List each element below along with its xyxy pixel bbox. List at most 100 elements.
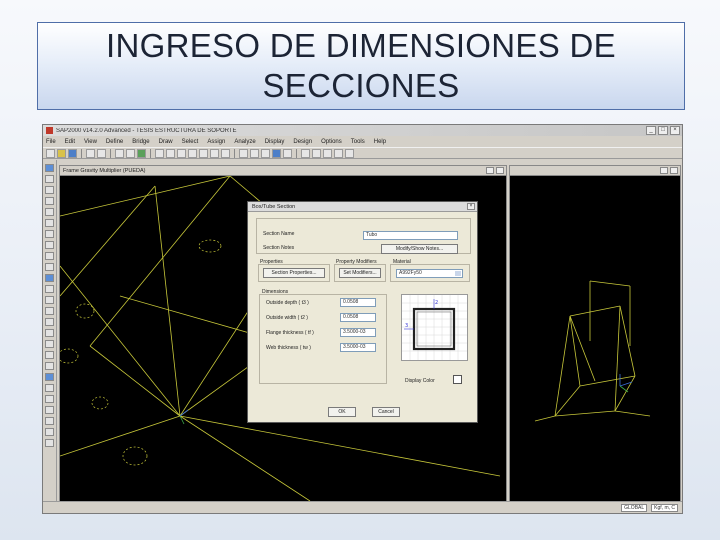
web-thickness-label: Web thickness ( tw ): [266, 345, 311, 351]
snap-perpendicular-icon[interactable]: [45, 351, 54, 359]
set-modifiers-button[interactable]: Set Modifiers...: [339, 268, 381, 278]
model-frame-lines: [534, 280, 651, 422]
select-all-icon[interactable]: [45, 274, 54, 282]
display-options-icon[interactable]: [239, 148, 248, 158]
right-model-view[interactable]: [509, 165, 681, 502]
reshape-icon[interactable]: [45, 175, 54, 183]
snap-icon[interactable]: [312, 148, 321, 158]
outside-depth-input[interactable]: 0.0508: [340, 298, 376, 307]
yz-plane-icon[interactable]: [45, 406, 54, 414]
show-forces-icon[interactable]: [261, 148, 270, 158]
draw-frame-icon[interactable]: [45, 197, 54, 205]
view-xz-icon[interactable]: [210, 148, 219, 158]
lock-icon[interactable]: [126, 148, 135, 158]
zoom-out-icon[interactable]: [166, 148, 175, 158]
material-value: A992Fy50: [399, 270, 422, 276]
flange-thickness-label: Flange thickness ( tf ): [266, 330, 314, 336]
menu-draw[interactable]: Draw: [159, 139, 173, 145]
outside-width-label: Outside width ( t2 ): [266, 315, 308, 321]
section-name-input[interactable]: Tubo: [363, 231, 458, 240]
menu-help[interactable]: Help: [374, 139, 386, 145]
flange-thickness-input[interactable]: 3.5000-03: [340, 328, 376, 337]
design-icon[interactable]: [272, 148, 281, 158]
coordinate-system-select[interactable]: GLOBAL: [621, 503, 648, 512]
new-model-icon[interactable]: [46, 148, 55, 158]
xz-plane-icon[interactable]: [45, 395, 54, 403]
dialog-close-icon[interactable]: ×: [467, 203, 475, 210]
right-view-header: [510, 166, 680, 176]
up-one-grid-icon[interactable]: [45, 417, 54, 425]
refresh-icon[interactable]: [115, 148, 124, 158]
status-bar: GLOBAL Kgf, m, C: [43, 501, 682, 513]
redo-icon[interactable]: [97, 148, 106, 158]
close-icon[interactable]: ×: [670, 126, 680, 135]
menu-bridge[interactable]: Bridge: [132, 139, 149, 145]
menu-assign[interactable]: Assign: [207, 139, 225, 145]
chevron-down-icon: [455, 271, 461, 276]
snap-ends-icon[interactable]: [45, 329, 54, 337]
section-designer-icon[interactable]: [283, 148, 292, 158]
maximize-icon[interactable]: □: [658, 126, 668, 135]
view-3d-icon[interactable]: [188, 148, 197, 158]
view-minimize-icon[interactable]: [486, 167, 494, 174]
units-select[interactable]: Kgf, m, C: [651, 503, 678, 512]
snap-points-icon[interactable]: [45, 318, 54, 326]
undo-icon[interactable]: [86, 148, 95, 158]
pan-icon[interactable]: [177, 148, 186, 158]
section-preview: 2 3: [401, 294, 468, 361]
clear-selection-icon[interactable]: [45, 296, 54, 304]
down-one-grid-icon[interactable]: [45, 428, 54, 436]
view-close-icon[interactable]: [670, 167, 678, 174]
draw-solid-icon[interactable]: [45, 252, 54, 260]
menu-options[interactable]: Options: [321, 139, 342, 145]
xy-plane-icon[interactable]: [45, 384, 54, 392]
section-properties-button[interactable]: Section Properties...: [263, 268, 325, 278]
snap-intersections-icon[interactable]: [45, 340, 54, 348]
display-color-swatch[interactable]: [453, 375, 462, 384]
snap-lines-icon[interactable]: [45, 362, 54, 370]
menu-define[interactable]: Define: [106, 139, 123, 145]
table-icon[interactable]: [345, 148, 354, 158]
cancel-button[interactable]: Cancel: [372, 407, 400, 417]
zoom-in-icon[interactable]: [155, 148, 164, 158]
menu-display[interactable]: Display: [265, 139, 285, 145]
menu-analyze[interactable]: Analyze: [234, 139, 255, 145]
open-icon[interactable]: [57, 148, 66, 158]
get-previous-icon[interactable]: [45, 285, 54, 293]
sum-icon[interactable]: [334, 148, 343, 158]
set-display-icon[interactable]: [45, 439, 54, 447]
show-deformed-icon[interactable]: [250, 148, 259, 158]
draw-area-icon[interactable]: [45, 230, 54, 238]
material-select[interactable]: A992Fy50: [396, 269, 463, 278]
intersecting-line-icon[interactable]: [45, 307, 54, 315]
modify-show-notes-button[interactable]: Modify/Show Notes...: [381, 244, 458, 254]
web-thickness-input[interactable]: 3.5000-03: [340, 343, 376, 352]
menu-select[interactable]: Select: [182, 139, 199, 145]
view-xy-icon[interactable]: [199, 148, 208, 158]
menu-design[interactable]: Design: [293, 139, 312, 145]
quick-draw-frame-icon[interactable]: [45, 208, 54, 216]
draw-joint-icon[interactable]: [45, 186, 54, 194]
display-color-label: Display Color: [405, 378, 435, 384]
outside-width-input[interactable]: 0.0508: [340, 313, 376, 322]
menu-file[interactable]: File: [46, 139, 56, 145]
frame-draw-icon[interactable]: [323, 148, 332, 158]
right-model-canvas[interactable]: [510, 176, 680, 501]
grid-icon[interactable]: [301, 148, 310, 158]
minimize-icon[interactable]: _: [646, 126, 656, 135]
main-toolbar: [43, 147, 682, 159]
view-minimize-icon[interactable]: [660, 167, 668, 174]
draw-link-icon[interactable]: [45, 263, 54, 271]
save-icon[interactable]: [68, 148, 77, 158]
draw-rect-area-icon[interactable]: [45, 241, 54, 249]
menu-tools[interactable]: Tools: [351, 139, 365, 145]
run-analysis-icon[interactable]: [137, 148, 146, 158]
pointer-icon[interactable]: [45, 164, 54, 172]
ok-button[interactable]: OK: [328, 407, 356, 417]
draw-brace-icon[interactable]: [45, 219, 54, 227]
menu-edit[interactable]: Edit: [65, 139, 75, 145]
menu-view[interactable]: View: [84, 139, 97, 145]
view-close-icon[interactable]: [496, 167, 504, 174]
view-yz-icon[interactable]: [221, 148, 230, 158]
snap-grid-icon[interactable]: [45, 373, 54, 381]
